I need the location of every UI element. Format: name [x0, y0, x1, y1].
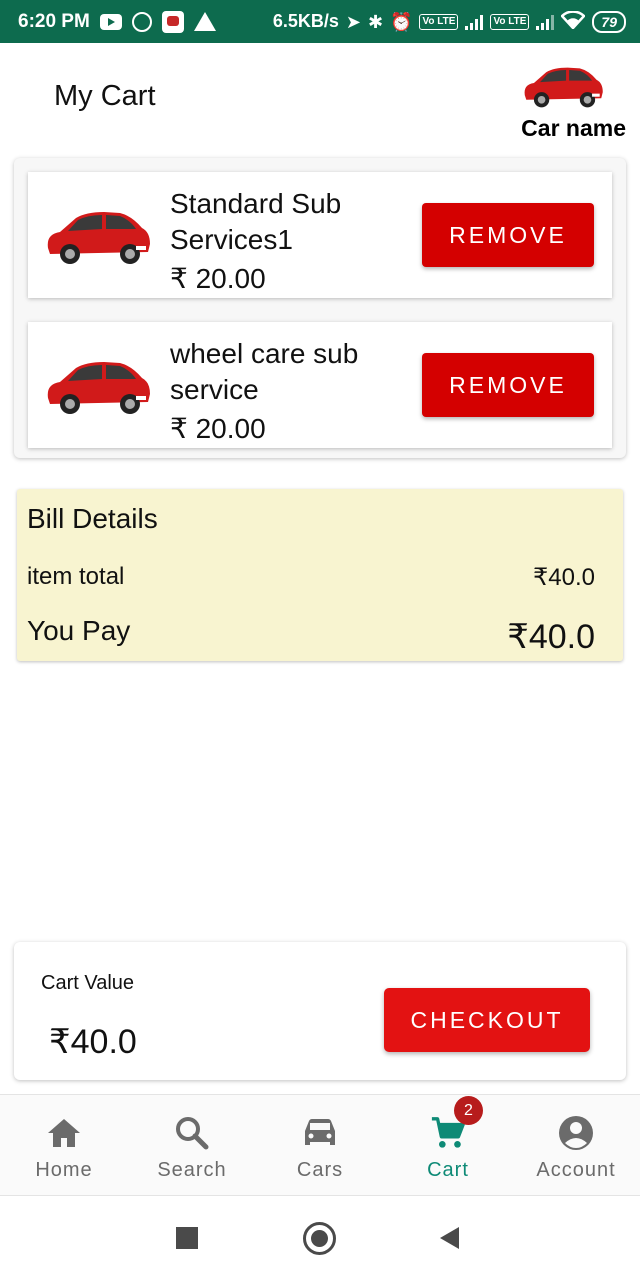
home-icon	[46, 1115, 82, 1151]
nav-label: Cars	[296, 1159, 344, 1181]
search-icon	[174, 1115, 210, 1151]
you-pay-label: You Pay	[27, 615, 131, 646]
youtube-icon	[99, 13, 122, 30]
checkout-button[interactable]: CHECKOUT	[384, 988, 590, 1052]
you-pay-value: ₹40.0	[507, 618, 595, 656]
page-title: My Cart	[54, 80, 156, 112]
recents-icon[interactable]	[176, 1227, 198, 1249]
bill-title: Bill Details	[27, 503, 158, 534]
signal-icon	[465, 14, 484, 30]
car-thumbnail-icon[interactable]	[520, 60, 606, 112]
nav-item-account[interactable]: Account	[512, 1095, 640, 1195]
nav-label: Search	[157, 1159, 227, 1181]
nav-label: Account	[536, 1159, 616, 1181]
item-price: ₹ 20.00	[170, 413, 266, 444]
signal-icon-2	[536, 14, 555, 30]
volte-icon-2: Vo LTE	[490, 13, 530, 30]
remove-button[interactable]: REMOVE	[422, 353, 594, 417]
nav-item-search[interactable]: Search	[128, 1095, 256, 1195]
whatsapp-icon	[131, 11, 152, 32]
volte-icon: Vo LTE	[419, 13, 459, 30]
car-icon	[302, 1115, 338, 1151]
alarm-icon: ⏰	[390, 11, 413, 32]
nav-item-cars[interactable]: Cars	[256, 1095, 384, 1195]
item-name: Standard Sub Services1	[170, 188, 342, 255]
network-speed: 6.5KB/s	[272, 11, 339, 31]
item-total-value: ₹40.0	[533, 564, 595, 591]
cart-value-amount: ₹40.0	[49, 1023, 137, 1061]
bill-details: Bill Details item total ₹40.0 You Pay ₹4…	[17, 489, 623, 661]
car-image-icon	[47, 212, 150, 264]
battery-icon: 79	[592, 10, 626, 33]
wifi-icon	[560, 10, 587, 32]
nav-item-home[interactable]: Home	[0, 1095, 128, 1195]
item-price: ₹ 20.00	[170, 263, 266, 294]
item-name: wheel care sub service	[170, 338, 359, 405]
cart-item: wheel care sub service ₹ 20.00 REMOVE	[28, 322, 612, 448]
location-icon: ➤	[345, 11, 361, 32]
account-icon	[558, 1115, 594, 1151]
cart-count-badge: 2	[454, 1096, 483, 1125]
nav-label: Home	[35, 1159, 93, 1181]
cart-value-label: Cart Value	[41, 972, 135, 994]
cart-item: Standard Sub Services1 ₹ 20.00 REMOVE	[28, 172, 612, 298]
remove-button[interactable]: REMOVE	[422, 203, 594, 267]
car-image-icon	[47, 362, 150, 414]
car-name-label[interactable]: Car name	[521, 115, 626, 142]
system-nav-bar	[0, 1197, 640, 1280]
nav-label: Cart	[427, 1159, 469, 1181]
back-icon[interactable]	[440, 1227, 459, 1249]
home-button-icon[interactable]	[303, 1222, 336, 1255]
cart-list: Standard Sub Services1 ₹ 20.00 REMOVE wh…	[14, 158, 626, 458]
cart-value-card: Cart Value ₹40.0 CHECKOUT	[14, 942, 626, 1080]
warning-icon	[193, 12, 216, 31]
bottom-nav: Home Search Cars 2 Cart Account	[0, 1094, 640, 1196]
nav-item-cart[interactable]: 2 Cart	[384, 1095, 512, 1195]
bluetooth-icon: ✱	[367, 11, 384, 32]
app-notification-icon	[161, 10, 184, 33]
status-time: 6:20 PM	[18, 10, 90, 32]
status-bar: 6:20 PM 6.5KB/s ➤ ✱ ⏰ Vo LTE Vo LTE 79	[0, 0, 640, 43]
item-total-label: item total	[27, 563, 125, 590]
